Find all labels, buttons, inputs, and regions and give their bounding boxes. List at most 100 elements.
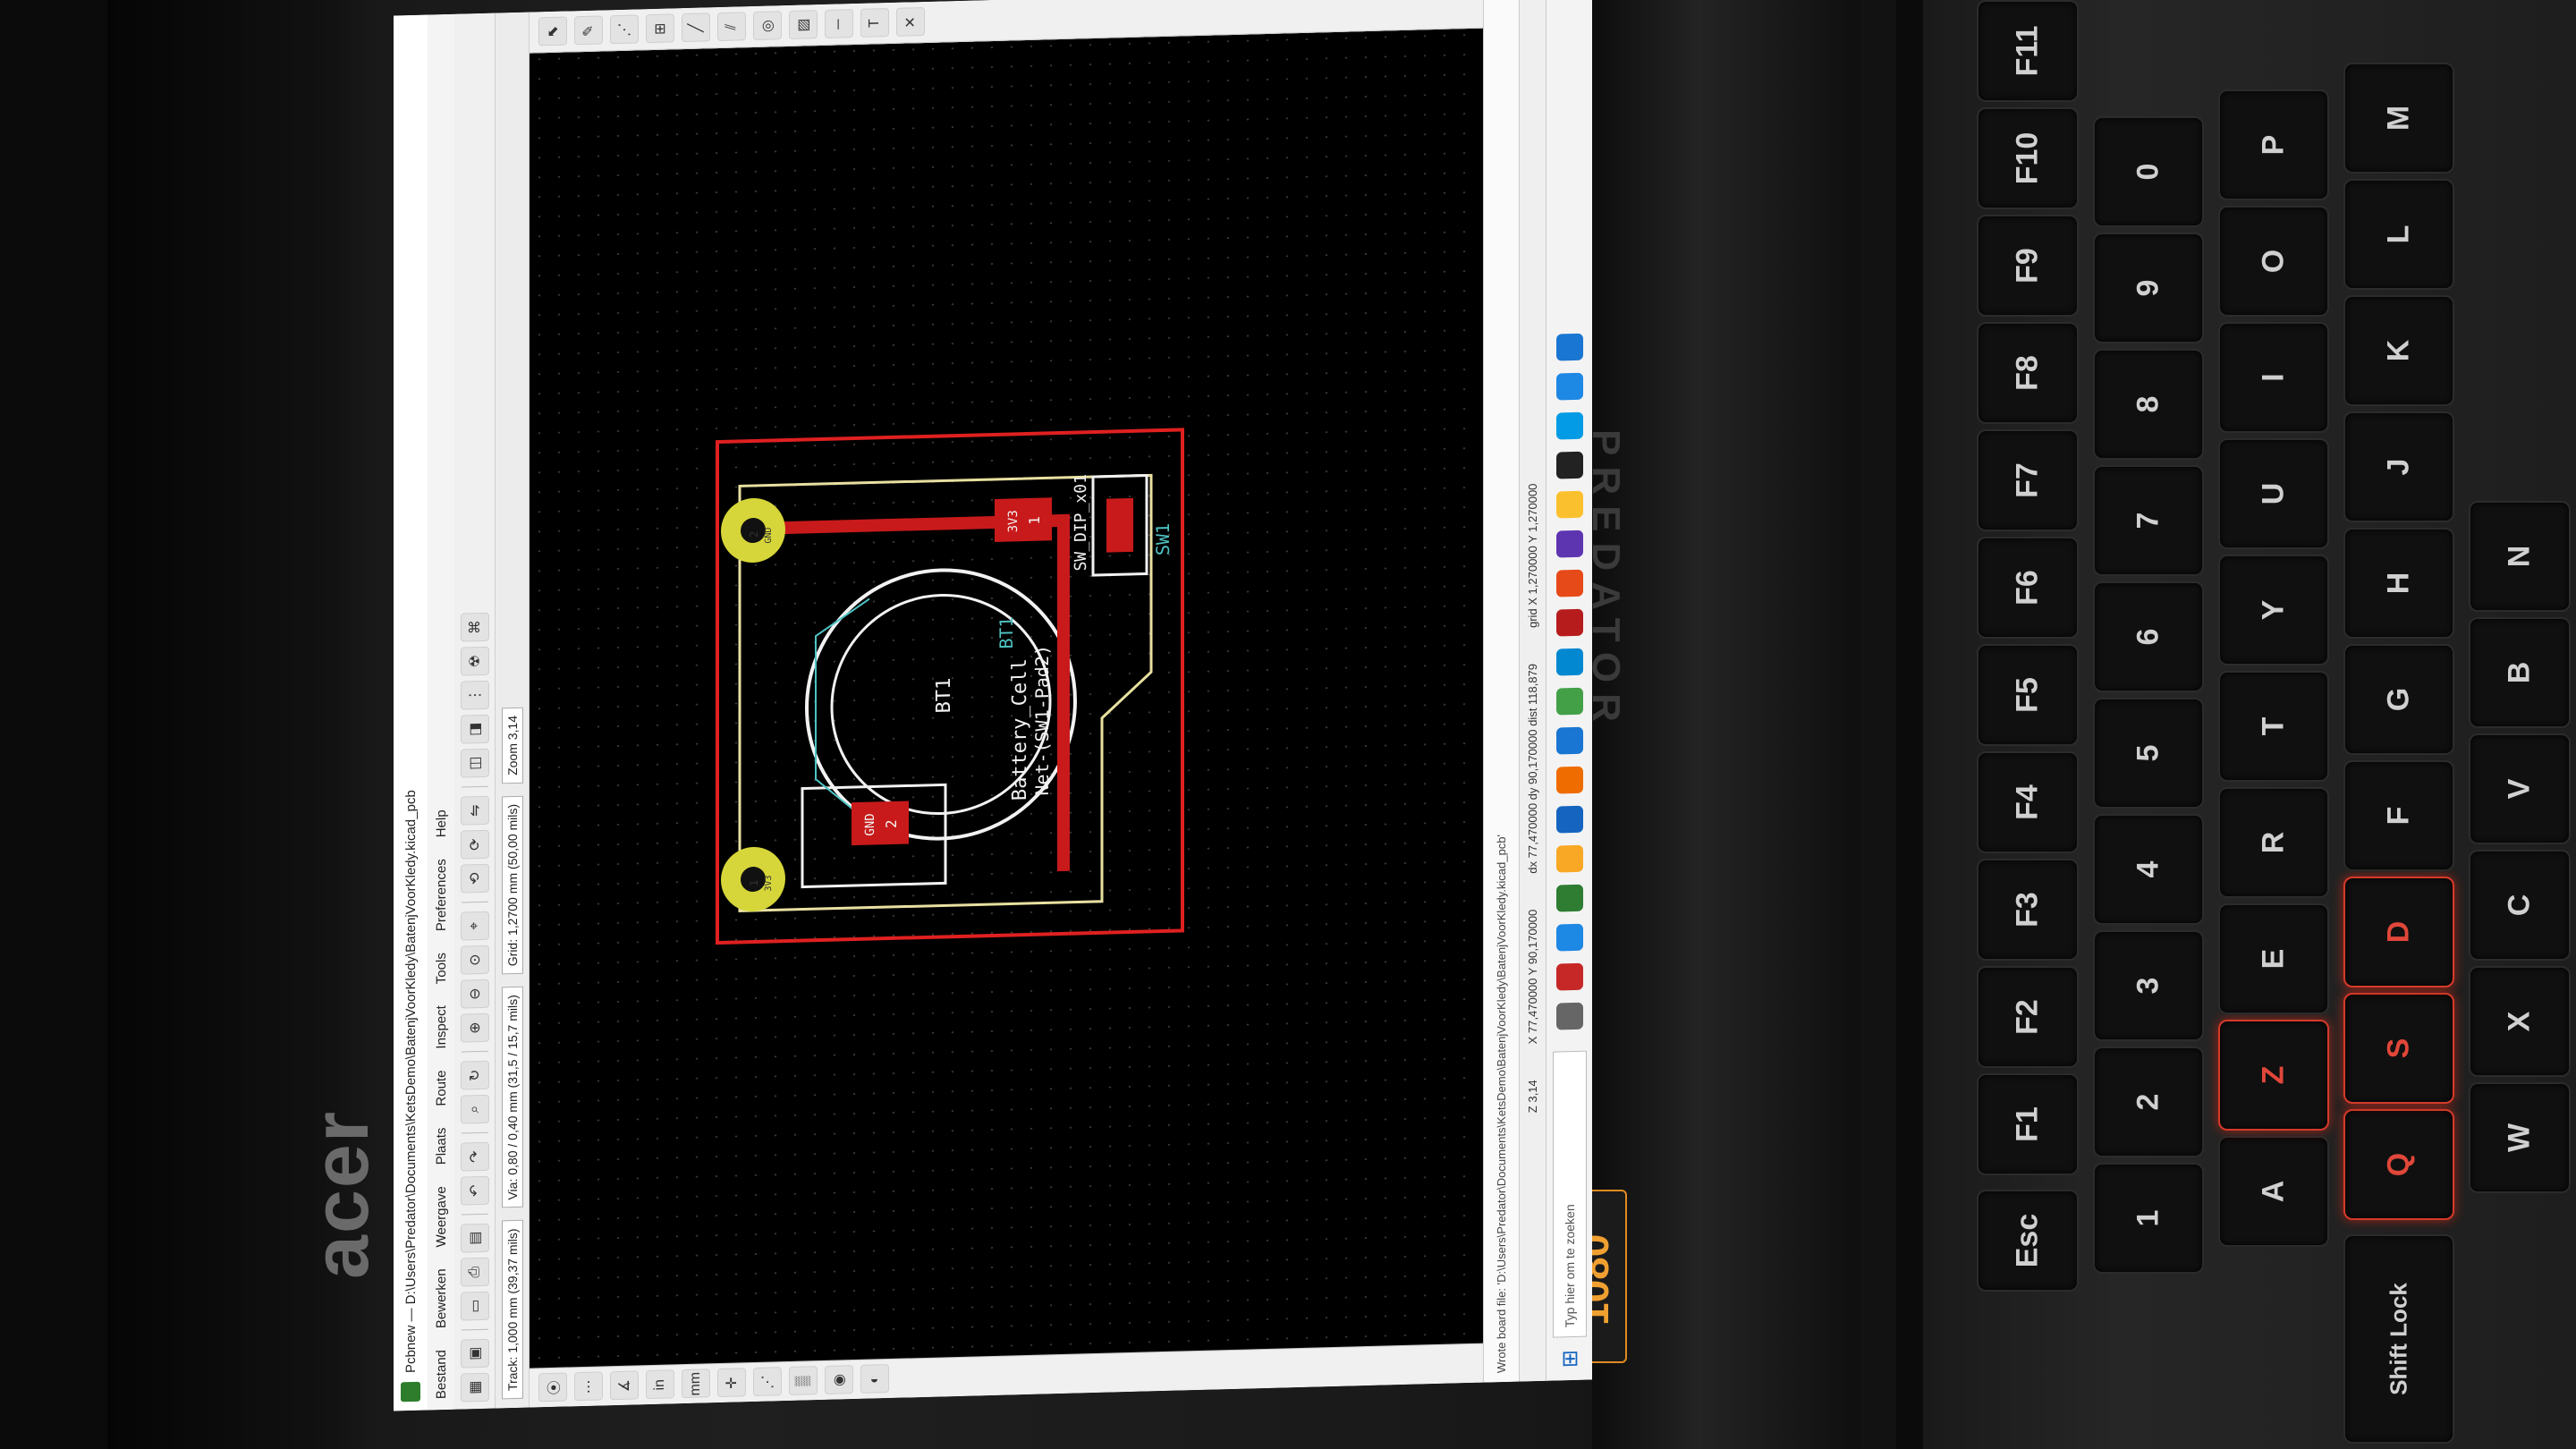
- redo-icon[interactable]: ↷: [460, 1141, 489, 1172]
- local-ratsnest-icon[interactable]: ⋰: [610, 14, 639, 45]
- menu-weergave[interactable]: Weergave: [434, 1175, 449, 1258]
- zoom-out-icon[interactable]: ⊖: [460, 979, 489, 1009]
- key-l: L: [2343, 179, 2454, 290]
- drc-markers-icon[interactable]: ⦿: [538, 1372, 567, 1402]
- rotate-ccw-icon[interactable]: ⟲: [460, 863, 489, 894]
- delete-icon[interactable]: ✕: [896, 7, 925, 38]
- menu-inspect[interactable]: Inspect: [434, 995, 449, 1060]
- polar-coords-icon[interactable]: ∡: [610, 1370, 639, 1401]
- mail-icon[interactable]: [1556, 648, 1583, 676]
- zoom-select[interactable]: Zoom 3,14: [501, 707, 523, 784]
- task-view-icon[interactable]: [1556, 1002, 1583, 1030]
- via-size-select[interactable]: Via: 0,80 / 0,40 mm (31,5 / 15,7 mils): [501, 986, 523, 1208]
- save-icon[interactable]: ▣: [460, 1338, 489, 1368]
- key-o: O: [2218, 206, 2329, 317]
- key-j: J: [2343, 411, 2454, 522]
- add-footprint-icon[interactable]: ⊞: [646, 13, 674, 44]
- key-f3: F3: [1977, 859, 2079, 961]
- grid-select[interactable]: Grid: 1,2700 mm (50,00 mils): [501, 795, 523, 975]
- add-text-icon[interactable]: T: [860, 8, 889, 38]
- pcbnew-app-icon: [401, 1381, 420, 1402]
- pcb-canvas[interactable]: BT1 BT1 Battery_Cell Net-(SW1-Pad2) SW_D…: [530, 28, 1483, 1368]
- xbox-icon[interactable]: [1556, 884, 1583, 912]
- pad-gnd-name: GND: [863, 813, 877, 836]
- telegram-icon[interactable]: [1556, 411, 1583, 440]
- netlist-icon[interactable]: ⋮: [460, 680, 489, 710]
- office-icon[interactable]: [1556, 766, 1583, 794]
- grid-toggle-icon[interactable]: ⋯: [574, 1371, 603, 1402]
- add-via-icon[interactable]: ◎: [753, 11, 782, 41]
- key-8: 8: [2093, 349, 2204, 460]
- zone-fill-icon[interactable]: ▒: [789, 1366, 818, 1396]
- title-bar: Pcbnew — D:\Users\Predator\Documents\Ket…: [394, 14, 428, 1411]
- key-d: D: [2343, 877, 2454, 987]
- firefox-icon[interactable]: [1556, 569, 1583, 597]
- key-4: 4: [2093, 814, 2204, 925]
- plot-icon[interactable]: ▤: [460, 1223, 489, 1253]
- file-explorer-icon[interactable]: [1556, 844, 1583, 873]
- pad-display-icon[interactable]: ◉: [825, 1365, 853, 1395]
- sw-dip-label: SW_DIP_x01: [1072, 474, 1090, 572]
- settings-icon[interactable]: [1556, 333, 1583, 361]
- laptop-hinge: [1592, 0, 1860, 1449]
- laptop-keyboard: Esc F1 F2 F3 F4 F5 F6 F7 F8 F9 F10 F11 1…: [1923, 0, 2576, 1449]
- menu-bewerken[interactable]: Bewerken: [434, 1258, 449, 1339]
- windows-start-icon[interactable]: ⊞: [1546, 1336, 1592, 1380]
- zoom-in-icon[interactable]: ⊕: [460, 1013, 489, 1043]
- key-5: 5: [2093, 698, 2204, 809]
- select-icon[interactable]: ⬉: [538, 16, 567, 47]
- highlight-net-icon[interactable]: ✎: [574, 15, 603, 46]
- key-c: C: [2469, 850, 2571, 961]
- smd-pad-gnd: [852, 801, 909, 846]
- windows-taskbar: ⊞ Typ hier om te zoeken: [1546, 0, 1592, 1381]
- chrome-icon[interactable]: [1556, 687, 1583, 716]
- board-setup-icon[interactable]: ▦: [460, 1372, 489, 1402]
- undo-icon[interactable]: ↶: [460, 1175, 489, 1206]
- menu-route[interactable]: Route: [434, 1059, 449, 1116]
- cursor-style-icon[interactable]: ✛: [717, 1368, 746, 1398]
- messenger-icon[interactable]: [1556, 372, 1583, 401]
- zoom-fit-icon[interactable]: ⊙: [460, 945, 489, 975]
- key-e: E: [2218, 903, 2329, 1014]
- print-icon[interactable]: ⎙: [460, 1257, 489, 1287]
- add-line-icon[interactable]: ─: [825, 9, 853, 39]
- ratsnest-icon[interactable]: ⋰: [753, 1367, 782, 1397]
- track-display-icon[interactable]: ◐: [860, 1364, 889, 1394]
- zoom-selection-icon[interactable]: ⌖: [460, 911, 489, 941]
- vlc-icon[interactable]: [1556, 726, 1583, 755]
- photo-scene: acer PREDATOR 1080 Pcbnew — D:\Users\Pre…: [0, 0, 2576, 1449]
- discord-icon[interactable]: [1556, 530, 1583, 558]
- taskbar-search-input[interactable]: Typ hier om te zoeken: [1553, 1050, 1587, 1338]
- netflix-icon[interactable]: [1556, 962, 1583, 991]
- menu-plaats[interactable]: Plaats: [434, 1116, 449, 1175]
- key-b: B: [2469, 617, 2571, 728]
- edge-icon[interactable]: [1556, 923, 1583, 952]
- rotate-cw-icon[interactable]: ⟳: [460, 829, 489, 860]
- store-icon[interactable]: [1556, 805, 1583, 834]
- flip-icon[interactable]: ⇋: [460, 795, 489, 826]
- key-x: X: [2469, 966, 2571, 1077]
- refresh-icon[interactable]: ↻: [460, 1060, 489, 1090]
- track-width-select[interactable]: Track: 1,000 mm (39,37 mils): [501, 1220, 523, 1400]
- battery-cell-label: Battery_Cell: [1009, 658, 1031, 801]
- menu-tools[interactable]: Tools: [434, 942, 449, 995]
- units-inch-icon[interactable]: in: [646, 1369, 674, 1400]
- key-6: 6: [2093, 581, 2204, 692]
- find-icon[interactable]: ⌕: [460, 1094, 489, 1124]
- route-diff-pair-icon[interactable]: ⫽: [717, 12, 746, 42]
- kicad-icon[interactable]: [1556, 608, 1583, 637]
- footprint-browser-icon[interactable]: ◨: [460, 714, 489, 744]
- footprint-editor-icon[interactable]: ◫: [460, 748, 489, 778]
- route-track-icon[interactable]: ╱: [682, 13, 710, 43]
- menu-preferences[interactable]: Preferences: [434, 848, 449, 942]
- scripting-icon[interactable]: ⌘: [460, 612, 489, 642]
- menu-help[interactable]: Help: [434, 799, 449, 848]
- notes-icon[interactable]: [1556, 490, 1583, 519]
- menu-bestand[interactable]: Bestand: [434, 1339, 449, 1410]
- page-setup-icon[interactable]: ▭: [460, 1291, 489, 1321]
- terminal-icon[interactable]: [1556, 451, 1583, 479]
- drc-icon[interactable]: ☢: [460, 646, 489, 676]
- units-mm-icon[interactable]: mm: [682, 1368, 710, 1399]
- add-zone-icon[interactable]: ▨: [789, 10, 818, 40]
- copper-track-horizontal: [1057, 513, 1070, 872]
